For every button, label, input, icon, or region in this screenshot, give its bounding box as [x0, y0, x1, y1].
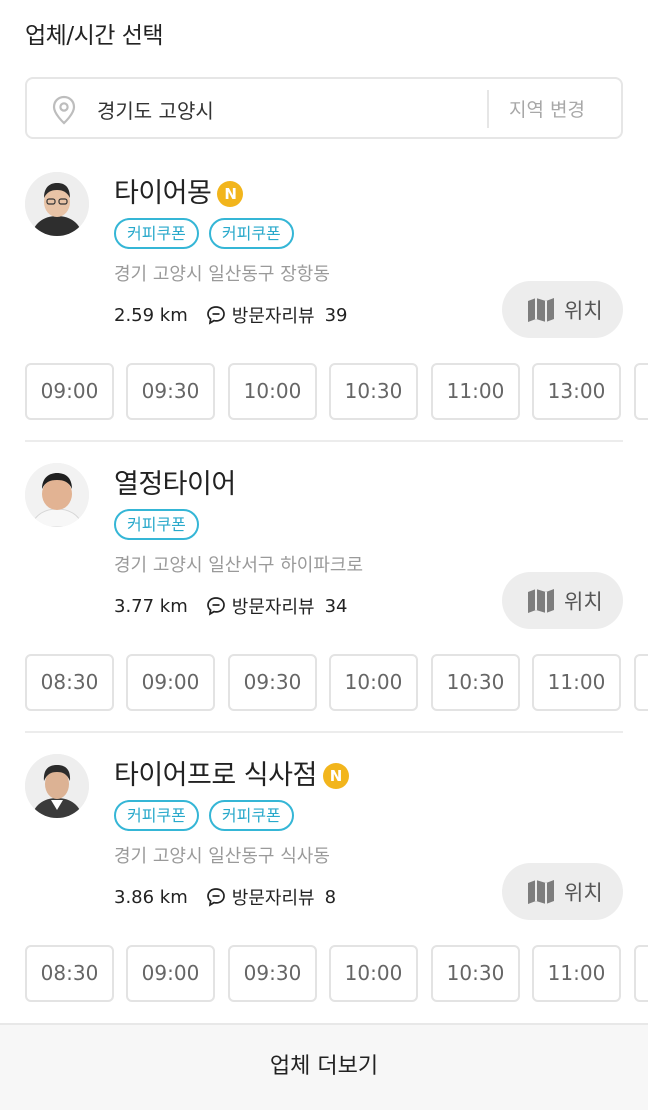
time-slot-list: 09:00 09:30 10:00 10:30 11:00 13:00: [25, 363, 648, 421]
time-slot[interactable]: 10:00: [329, 945, 418, 1002]
shop-distance: 3.77 km: [114, 595, 188, 617]
location-button[interactable]: 위치: [502, 281, 623, 338]
shop-name[interactable]: 타이어프로 식사점 N: [114, 753, 349, 792]
review-count: 8: [324, 886, 337, 908]
coupon-tag: 커피쿠폰: [208, 218, 294, 249]
time-slot-overflow[interactable]: [634, 363, 648, 420]
review-count: 39: [324, 304, 348, 326]
time-slot[interactable]: 08:30: [25, 945, 114, 1002]
more-shops-button[interactable]: 업체 더보기: [0, 1023, 648, 1110]
time-slot[interactable]: 10:30: [329, 363, 418, 420]
shop-card: 열정타이어 커피쿠폰 경기 고양시 일산서구 하이파크로 3.77 km 방문자…: [0, 442, 648, 733]
shop-meta: 3.77 km 방문자리뷰 34: [114, 593, 347, 619]
time-slot[interactable]: 10:00: [228, 363, 317, 420]
time-slot[interactable]: 11:00: [431, 363, 520, 420]
page: 업체/시간 선택 경기도 고양시 지역 변경 타이어몽 N 커피쿠폰 커피쿠폰 경…: [0, 0, 648, 1110]
location-button[interactable]: 위치: [502, 572, 623, 629]
location-label: 위치: [564, 299, 603, 323]
person-photo-icon: [25, 463, 89, 527]
shop-address: 경기 고양시 일산서구 하이파크로: [114, 555, 364, 576]
time-slot[interactable]: 09:00: [25, 363, 114, 420]
shop-card: 타이어프로 식사점 N 커피쿠폰 커피쿠폰 경기 고양시 일산동구 식사동 3.8…: [0, 733, 648, 1024]
speech-bubble-icon: [206, 597, 225, 616]
time-slot-overflow[interactable]: [634, 654, 648, 711]
coupon-tag: 커피쿠폰: [114, 509, 199, 540]
coupon-tag: 커피쿠폰: [114, 800, 199, 831]
person-photo-icon: [25, 172, 89, 236]
shop-name[interactable]: 타이어몽 N: [114, 171, 244, 210]
time-slot[interactable]: 09:30: [228, 945, 317, 1002]
time-slot[interactable]: 09:30: [228, 654, 317, 711]
folded-map-icon: [528, 589, 554, 613]
review-label[interactable]: 방문자리뷰: [232, 302, 315, 328]
review-label[interactable]: 방문자리뷰: [232, 593, 315, 619]
new-badge: N: [217, 181, 244, 207]
coupon-list: 커피쿠폰 커피쿠폰: [114, 800, 294, 831]
time-slot[interactable]: 10:30: [431, 945, 520, 1002]
location-label: 위치: [564, 590, 603, 614]
time-slot[interactable]: 09:00: [126, 654, 215, 711]
shop-name[interactable]: 열정타이어: [114, 462, 236, 501]
shop-address: 경기 고양시 일산동구 장항동: [114, 264, 330, 285]
shop-avatar: [25, 172, 89, 236]
time-slot-overflow[interactable]: [634, 945, 648, 1002]
speech-bubble-icon: [206, 306, 225, 325]
shop-distance: 3.86 km: [114, 886, 188, 908]
region-divider: [487, 90, 489, 128]
shop-meta: 3.86 km 방문자리뷰 8: [114, 884, 336, 910]
time-slot-list: 08:30 09:00 09:30 10:00 10:30 11:00: [25, 654, 648, 712]
current-region: 경기도 고양시: [97, 99, 214, 123]
page-title: 업체/시간 선택: [25, 23, 164, 49]
person-photo-icon: [25, 754, 89, 818]
time-slot[interactable]: 11:00: [532, 654, 621, 711]
shop-card: 타이어몽 N 커피쿠폰 커피쿠폰 경기 고양시 일산동구 장항동 2.59 km …: [0, 151, 648, 442]
coupon-tag: 커피쿠폰: [208, 800, 294, 831]
location-label: 위치: [564, 881, 603, 905]
coupon-list: 커피쿠폰: [114, 509, 199, 540]
shop-avatar: [25, 754, 89, 818]
new-badge: N: [322, 763, 349, 789]
location-button[interactable]: 위치: [502, 863, 623, 920]
time-slot[interactable]: 10:30: [431, 654, 520, 711]
shop-meta: 2.59 km 방문자리뷰 39: [114, 302, 347, 328]
shop-avatar: [25, 463, 89, 527]
coupon-list: 커피쿠폰 커피쿠폰: [114, 218, 294, 249]
change-region-button[interactable]: 지역 변경: [509, 95, 585, 122]
time-slot[interactable]: 13:00: [532, 363, 621, 420]
time-slot[interactable]: 09:30: [126, 363, 215, 420]
coupon-tag: 커피쿠폰: [114, 218, 199, 249]
region-selector[interactable]: 경기도 고양시 지역 변경: [25, 77, 623, 139]
time-slot[interactable]: 09:00: [126, 945, 215, 1002]
speech-bubble-icon: [206, 888, 225, 907]
time-slot[interactable]: 11:00: [532, 945, 621, 1002]
review-count: 34: [324, 595, 348, 617]
time-slot[interactable]: 10:00: [329, 654, 418, 711]
review-label[interactable]: 방문자리뷰: [232, 884, 315, 910]
shop-address: 경기 고양시 일산동구 식사동: [114, 846, 330, 867]
map-pin-icon: [52, 95, 76, 125]
time-slot-list: 08:30 09:00 09:30 10:00 10:30 11:00: [25, 945, 648, 1003]
time-slot[interactable]: 08:30: [25, 654, 114, 711]
folded-map-icon: [528, 298, 554, 322]
shop-distance: 2.59 km: [114, 304, 188, 326]
folded-map-icon: [528, 880, 554, 904]
